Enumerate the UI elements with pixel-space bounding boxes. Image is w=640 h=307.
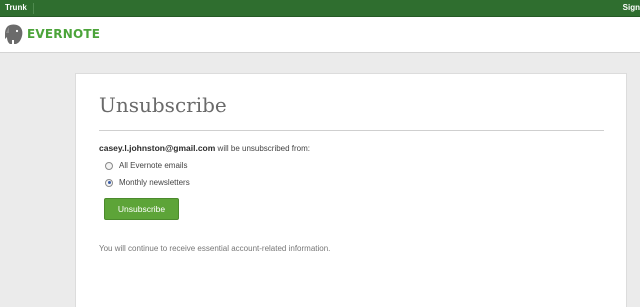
radio-monthly-newsletters[interactable] [105,178,113,187]
option-all-emails[interactable]: All Evernote emails [105,161,187,170]
intro-text: casey.l.johnston@gmail.com will be unsub… [99,143,310,153]
unsubscribe-card: Unsubscribe casey.l.johnston@gmail.com w… [75,73,627,307]
page-title: Unsubscribe [99,93,227,117]
topbar-divider [33,3,34,14]
intro-suffix: will be unsubscribed from: [215,144,311,153]
sign-in-link[interactable]: Sign [623,3,640,12]
radio-all-emails[interactable] [105,161,113,170]
site-header: EVERNOTE [0,17,640,53]
option-monthly-newsletters[interactable]: Monthly newsletters [105,178,190,187]
email-address: casey.l.johnston@gmail.com [99,143,216,153]
elephant-logo-icon [5,24,23,44]
option-monthly-newsletters-label: Monthly newsletters [119,178,190,187]
trunk-link[interactable]: Trunk [5,3,27,12]
option-all-emails-label: All Evernote emails [119,161,188,170]
top-bar: Trunk Sign [0,0,640,17]
evernote-logo[interactable]: EVERNOTE [4,23,100,45]
title-divider [99,130,604,131]
info-note: You will continue to receive essential a… [99,244,331,253]
brand-wordmark: EVERNOTE [27,27,101,41]
unsubscribe-button[interactable]: Unsubscribe [104,198,179,220]
